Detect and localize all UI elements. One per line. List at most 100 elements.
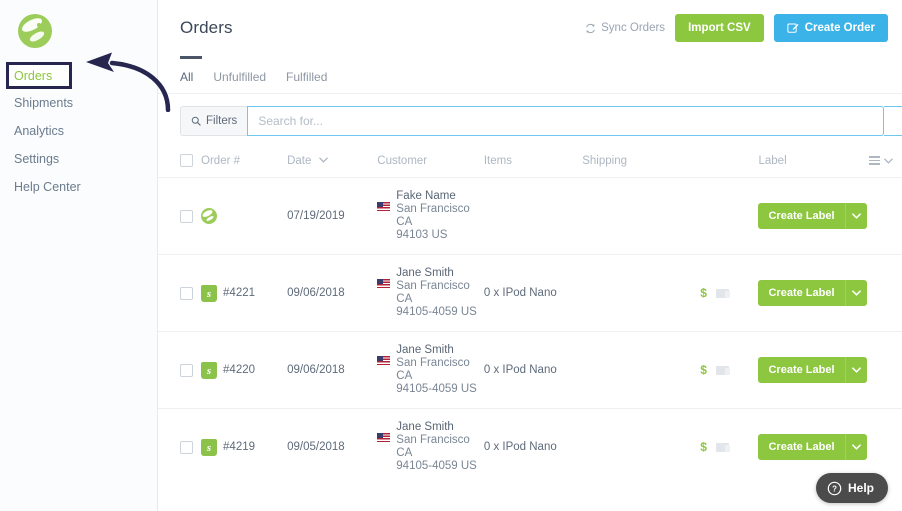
table-row[interactable]: 07/19/2019 Fake Name San Francisco CA 94103… xyxy=(158,177,902,255)
order-number: #4221 xyxy=(223,287,256,299)
column-header-items[interactable]: Items xyxy=(483,148,583,178)
table-row[interactable]: #4221 09/06/2018 Jane SmithSan Francisco C… xyxy=(158,254,902,332)
import-csv-button[interactable]: Import CSV xyxy=(675,14,764,42)
row-checkbox[interactable] xyxy=(180,440,193,454)
row-checkbox[interactable] xyxy=(180,209,193,223)
items-summary: 0 x IPod Nano xyxy=(483,441,557,453)
items-cell xyxy=(483,177,583,255)
create-label-button[interactable]: Create Label xyxy=(758,357,845,383)
pencil-square-icon xyxy=(787,23,799,33)
app-logo-icon[interactable] xyxy=(18,14,52,48)
orders-page: Orders Shipments Analytics Settings Help… xyxy=(0,0,902,511)
shipping-cell xyxy=(582,177,759,255)
logo-dot-shape xyxy=(37,23,41,27)
label-action-cell: Create Label xyxy=(758,331,870,409)
row-checkbox[interactable] xyxy=(180,363,193,377)
payment-status-icon: $ xyxy=(700,440,707,454)
sync-orders-button[interactable]: Sync Orders xyxy=(585,22,665,34)
customer-city: San Francisco CA xyxy=(396,280,470,305)
customer-cell: Jane Smith San Francisco CA 94105-4059 US xyxy=(377,331,484,409)
items-cell: 0 x IPod Nano xyxy=(483,254,583,332)
order-number: #4220 xyxy=(223,364,256,376)
shipment-status-icon xyxy=(715,442,730,452)
refresh-icon xyxy=(586,23,595,33)
help-button[interactable]: ? Help xyxy=(815,473,888,503)
row-menu-cell xyxy=(869,254,902,332)
row-select-cell xyxy=(158,254,202,332)
customer-cell: Jane Smith San Francisco CA 94105-4059 US xyxy=(377,408,484,471)
customer-name: Jane Smith xyxy=(396,344,454,356)
tabs: All Unfulfilled Fulfilled xyxy=(180,56,880,94)
orders-table: Order # Date Customer Items Shipping Lab… xyxy=(158,148,902,471)
column-header-customer[interactable]: Customer xyxy=(377,148,484,178)
search-input[interactable] xyxy=(247,106,884,136)
sidebar-item-analytics[interactable]: Analytics xyxy=(0,117,157,145)
order-date: 09/05/2018 xyxy=(287,441,345,453)
customer-city: San Francisco CA xyxy=(396,434,470,459)
sidebar-item-orders[interactable]: Orders xyxy=(0,62,157,90)
shopify-icon xyxy=(201,438,218,457)
orders-table-scroll[interactable]: Order # Date Customer Items Shipping Lab… xyxy=(158,148,902,471)
order-date: 09/06/2018 xyxy=(287,364,345,376)
column-header-date-label: Date xyxy=(287,154,312,167)
shipment-status-icon xyxy=(715,288,730,298)
logo-leaf-shape-2 xyxy=(28,29,46,44)
shipping-cell: $ xyxy=(582,408,759,471)
order-number-cell: #4219 xyxy=(201,408,288,471)
order-date-cell: 09/05/2018 xyxy=(287,408,378,471)
tab-all[interactable]: All xyxy=(180,70,193,84)
row-menu-cell xyxy=(869,408,902,471)
chevron-down-icon xyxy=(851,290,861,296)
create-order-button[interactable]: Create Order xyxy=(773,14,888,42)
customer-name: Jane Smith xyxy=(396,267,454,279)
items-cell: 0 x IPod Nano xyxy=(483,408,583,471)
customer-zip: 94103 US xyxy=(396,229,448,241)
table-row[interactable]: #4220 09/06/2018 Jane SmithSan Francisco C… xyxy=(158,331,902,409)
chevron-down-icon xyxy=(318,157,328,164)
table-row[interactable]: #4219 09/05/2018 Jane SmithSan Francisco C… xyxy=(158,408,902,471)
row-menu-cell xyxy=(869,177,902,255)
customer-cell: Fake Name San Francisco CA 94103 US xyxy=(377,177,484,255)
tab-fulfilled[interactable]: Fulfilled xyxy=(286,70,327,84)
create-label-button[interactable]: Create Label xyxy=(758,203,845,229)
column-header-label[interactable]: Label xyxy=(758,148,870,178)
shipping-cell: $ xyxy=(582,254,759,332)
payment-status-icon: $ xyxy=(700,363,707,377)
row-select-cell xyxy=(158,408,202,471)
tab-unfulfilled[interactable]: Unfulfilled xyxy=(213,70,266,84)
column-header-shipping[interactable]: Shipping xyxy=(582,148,759,178)
filters-button[interactable]: Filters xyxy=(180,106,248,136)
filters-label: Filters xyxy=(206,115,238,127)
order-number: #4219 xyxy=(223,441,256,453)
create-label-button[interactable]: Create Label xyxy=(758,434,845,460)
customer-cell: Jane Smith San Francisco CA 94105-4059 US xyxy=(377,254,484,332)
us-flag-icon xyxy=(377,202,391,211)
shipping-cell: $ xyxy=(582,331,759,409)
customer-name: Fake Name xyxy=(396,190,456,202)
order-date-cell: 09/06/2018 xyxy=(287,254,378,332)
sidebar-item-shipments[interactable]: Shipments xyxy=(0,89,157,117)
sidebar: Orders Shipments Analytics Settings Help… xyxy=(0,0,171,511)
app-logo-icon xyxy=(201,208,218,224)
row-select-cell xyxy=(158,177,202,255)
row-checkbox[interactable] xyxy=(180,286,193,300)
chevron-down-icon xyxy=(851,444,861,450)
sidebar-item-help-center[interactable]: Help Center xyxy=(0,173,157,201)
sidebar-item-settings[interactable]: Settings xyxy=(0,145,157,173)
column-header-order[interactable]: Order # xyxy=(201,148,288,178)
hamburger-icon xyxy=(869,154,881,167)
table-options-menu[interactable] xyxy=(869,154,902,167)
select-all-checkbox[interactable] xyxy=(180,154,193,167)
create-label-dropdown-toggle[interactable] xyxy=(844,203,867,229)
order-number-cell: #4221 xyxy=(201,254,288,332)
label-action-cell: Create Label xyxy=(758,408,870,471)
create-label-dropdown-toggle[interactable] xyxy=(844,357,867,383)
shopify-icon xyxy=(201,284,218,303)
us-flag-icon xyxy=(377,433,391,442)
column-header-date[interactable]: Date xyxy=(287,148,378,178)
create-label-dropdown-toggle[interactable] xyxy=(844,280,867,306)
create-label-dropdown-toggle[interactable] xyxy=(844,434,867,460)
column-header-menu[interactable] xyxy=(869,148,902,178)
items-summary: 0 x IPod Nano xyxy=(483,287,557,299)
create-label-button[interactable]: Create Label xyxy=(758,280,845,306)
